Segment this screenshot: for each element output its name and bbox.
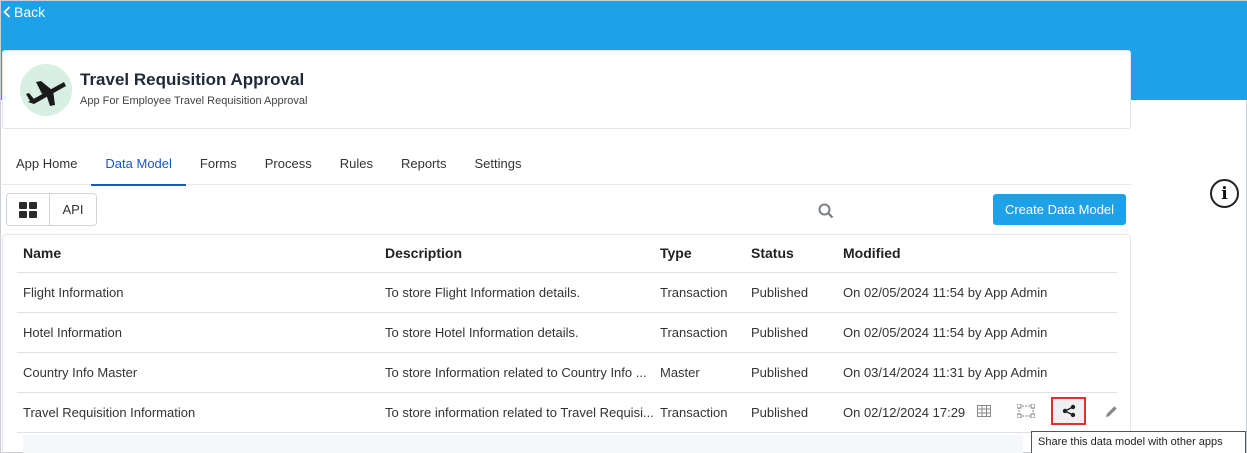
search-icon: [818, 203, 834, 219]
tab-app-home[interactable]: App Home: [2, 147, 91, 185]
cell-status: Published: [745, 392, 837, 433]
column-header-status[interactable]: Status: [745, 235, 837, 273]
row-actions: [967, 393, 1136, 429]
grid-view-button[interactable]: [7, 194, 50, 225]
cell-description: To store Flight Information details.: [379, 272, 654, 313]
app-title: Travel Requisition Approval: [80, 70, 305, 89]
cell-type: Transaction: [654, 392, 745, 433]
diagram-icon: [1017, 404, 1035, 418]
column-header-type[interactable]: Type: [654, 235, 745, 273]
table-header-row: Name Description Type Status Modified: [17, 235, 1117, 273]
tab-reports[interactable]: Reports: [387, 147, 461, 185]
table-view-button[interactable]: [967, 397, 1001, 425]
cell-description: To store information related to Travel R…: [379, 392, 654, 433]
column-header-description[interactable]: Description: [379, 235, 654, 273]
tab-settings[interactable]: Settings: [461, 147, 536, 185]
cell-description: To store Information related to Country …: [379, 352, 654, 393]
cell-type: Master: [654, 352, 745, 393]
search-button[interactable]: [812, 197, 840, 225]
edit-button[interactable]: [1094, 397, 1128, 425]
view-toggle: API: [6, 193, 97, 226]
tab-data-model[interactable]: Data Model: [91, 147, 187, 186]
cell-type: Transaction: [654, 272, 745, 313]
cell-status: Published: [745, 312, 837, 353]
airplane-icon: [20, 64, 72, 116]
cell-status: Published: [745, 272, 837, 313]
cell-modified: On 02/05/2024 11:54 by App Admin: [837, 312, 1117, 353]
cell-modified: On 03/14/2024 11:31 by App Admin: [837, 352, 1117, 393]
share-icon: [1062, 404, 1075, 418]
table-row[interactable]: Hotel Information To store Hotel Informa…: [17, 312, 1117, 353]
table-row[interactable]: Flight Information To store Flight Infor…: [17, 272, 1117, 313]
tab-rules[interactable]: Rules: [326, 147, 387, 185]
create-data-model-button[interactable]: Create Data Model: [993, 194, 1126, 225]
data-model-table: Name Description Type Status Modified Fl…: [2, 234, 1131, 453]
share-button[interactable]: [1051, 397, 1086, 425]
edit-icon: [1105, 405, 1117, 417]
cell-type: Transaction: [654, 312, 745, 353]
share-tooltip: Share this data model with other apps: [1031, 431, 1246, 453]
table-view-icon: [977, 405, 991, 417]
diagram-button[interactable]: [1009, 397, 1043, 425]
column-header-modified[interactable]: Modified: [837, 235, 1117, 273]
table-row[interactable]: Travel Requisition Information To store …: [17, 392, 1117, 433]
cell-status: Published: [745, 352, 837, 393]
app-subtitle: App For Employee Travel Requisition Appr…: [80, 95, 308, 107]
cell-name[interactable]: Hotel Information: [17, 312, 379, 353]
app-tabs: App Home Data Model Forms Process Rules …: [2, 147, 1131, 186]
cell-modified: On 02/05/2024 11:54 by App Admin: [837, 272, 1117, 313]
cell-description: To store Hotel Information details.: [379, 312, 654, 353]
info-icon[interactable]: i: [1210, 179, 1239, 208]
table-row[interactable]: Country Info Master To store Information…: [17, 352, 1117, 393]
cell-name[interactable]: Travel Requisition Information: [17, 392, 379, 433]
cell-name[interactable]: Flight Information: [17, 272, 379, 313]
table-footer: [23, 435, 1023, 453]
back-label: Back: [14, 4, 46, 20]
cell-modified-text: On 02/12/2024 17:29: [843, 405, 965, 421]
app-header-card: Travel Requisition Approval App For Empl…: [2, 50, 1131, 129]
tab-forms[interactable]: Forms: [186, 147, 251, 185]
column-header-name[interactable]: Name: [17, 235, 379, 273]
api-button[interactable]: API: [50, 194, 96, 225]
tab-process[interactable]: Process: [251, 147, 326, 185]
grid-view-icon: [19, 201, 37, 218]
chevron-left-icon: [3, 6, 11, 18]
back-link[interactable]: Back: [3, 4, 45, 20]
cell-name[interactable]: Country Info Master: [17, 352, 379, 393]
